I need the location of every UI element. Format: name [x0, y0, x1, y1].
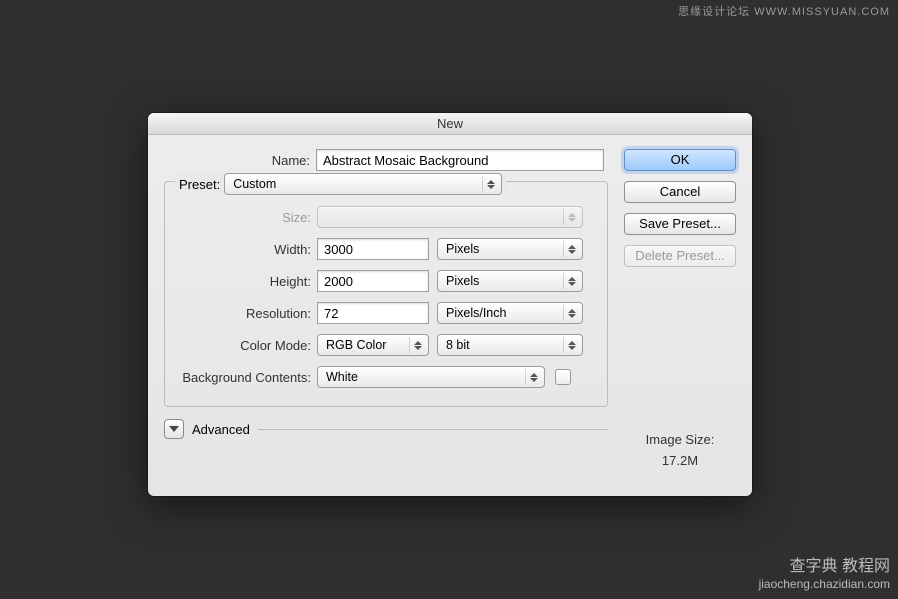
- save-preset-button[interactable]: Save Preset...: [624, 213, 736, 235]
- preset-value: Custom: [233, 177, 276, 191]
- dialog-content: Name: Preset: Custom Size:: [148, 135, 752, 496]
- bit-depth-select[interactable]: 8 bit: [437, 334, 583, 356]
- height-unit-value: Pixels: [446, 274, 479, 288]
- resolution-input[interactable]: [317, 302, 429, 324]
- watermark-top: 思缘设计论坛 WWW.MISSYUAN.COM: [678, 3, 890, 19]
- chevron-updown-icon: [563, 337, 579, 353]
- width-label: Width:: [177, 242, 317, 257]
- size-select: [317, 206, 583, 228]
- new-document-dialog: New Name: Preset: Custom Size:: [148, 113, 752, 496]
- ok-button[interactable]: OK: [624, 149, 736, 171]
- width-unit-select[interactable]: Pixels: [437, 238, 583, 260]
- divider: [258, 429, 608, 430]
- size-label: Size:: [177, 210, 317, 225]
- chevron-updown-icon: [409, 337, 425, 353]
- chevron-updown-icon: [525, 369, 541, 385]
- color-mode-label: Color Mode:: [177, 338, 317, 353]
- chevron-updown-icon: [482, 176, 498, 192]
- bg-color-swatch[interactable]: [555, 369, 571, 385]
- image-size-value: 17.2M: [624, 453, 736, 468]
- color-mode-value: RGB Color: [326, 338, 386, 352]
- preset-fieldset: Preset: Custom Size: Width:: [164, 181, 608, 407]
- chevron-updown-icon: [563, 273, 579, 289]
- height-unit-select[interactable]: Pixels: [437, 270, 583, 292]
- bit-depth-value: 8 bit: [446, 338, 470, 352]
- advanced-disclosure[interactable]: [164, 419, 184, 439]
- bg-contents-value: White: [326, 370, 358, 384]
- resolution-unit-select[interactable]: Pixels/Inch: [437, 302, 583, 324]
- width-unit-value: Pixels: [446, 242, 479, 256]
- width-input[interactable]: [317, 238, 429, 260]
- delete-preset-button: Delete Preset...: [624, 245, 736, 267]
- window-title: New: [148, 113, 752, 135]
- cancel-button[interactable]: Cancel: [624, 181, 736, 203]
- height-label: Height:: [177, 274, 317, 289]
- name-label: Name:: [164, 153, 316, 168]
- height-input[interactable]: [317, 270, 429, 292]
- chevron-updown-icon: [563, 305, 579, 321]
- chevron-updown-icon: [563, 241, 579, 257]
- preset-select[interactable]: Custom: [224, 173, 502, 195]
- bg-contents-label: Background Contents:: [177, 370, 317, 385]
- name-input[interactable]: [316, 149, 604, 171]
- button-column: OK Cancel Save Preset... Delete Preset..…: [624, 149, 736, 468]
- chevron-updown-icon: [563, 209, 579, 225]
- resolution-unit-value: Pixels/Inch: [446, 306, 506, 320]
- resolution-label: Resolution:: [177, 306, 317, 321]
- color-mode-select[interactable]: RGB Color: [317, 334, 429, 356]
- bg-contents-select[interactable]: White: [317, 366, 545, 388]
- watermark-bottom: 查字典 教程网 jiaocheng.chazidian.com: [759, 557, 890, 593]
- image-size-label: Image Size:: [624, 432, 736, 447]
- preset-label: Preset:: [179, 177, 220, 192]
- image-size-block: Image Size: 17.2M: [624, 432, 736, 468]
- advanced-label: Advanced: [192, 422, 250, 437]
